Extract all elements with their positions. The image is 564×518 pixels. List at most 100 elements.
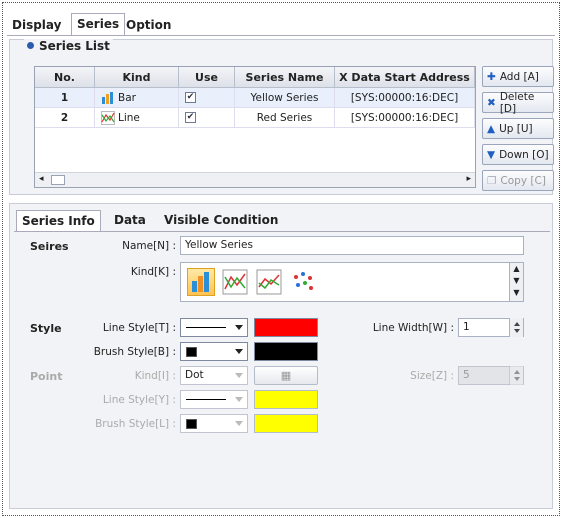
bar-chart-icon bbox=[102, 91, 113, 104]
delete-x-icon: ✖ bbox=[487, 96, 496, 109]
down-button-label: Down [O] bbox=[499, 148, 549, 161]
scroll-left-icon[interactable]: ◂ bbox=[39, 174, 44, 184]
line-chart-icon bbox=[101, 110, 115, 125]
delete-button[interactable]: ✖ Delete [D] bbox=[482, 90, 554, 115]
copy-button-label: Copy [C] bbox=[500, 174, 546, 187]
col-series-name[interactable]: Series Name bbox=[235, 67, 335, 88]
use-checkbox[interactable]: ✔ bbox=[185, 92, 196, 103]
image-icon: ▦ bbox=[280, 369, 292, 382]
line-width-spinner[interactable] bbox=[509, 318, 523, 337]
point-line-color-button[interactable] bbox=[254, 390, 318, 409]
brush-style-dropdown[interactable] bbox=[180, 342, 248, 361]
point-brush-style-label: Brush Style[L] : bbox=[95, 418, 176, 430]
point-size-label: Size[Z] : bbox=[410, 370, 454, 382]
tab-data[interactable]: Data bbox=[114, 213, 146, 227]
add-button[interactable]: ✚ Add [A] bbox=[482, 66, 554, 87]
row-use: ✔ bbox=[179, 88, 235, 108]
row-kind-label: Bar bbox=[118, 91, 136, 104]
point-kind-value: Dot bbox=[185, 369, 204, 381]
series-section-label: Seires bbox=[30, 240, 69, 253]
point-size-input[interactable]: 5 bbox=[458, 366, 524, 385]
line-width-label: Line Width[W] : bbox=[372, 322, 454, 334]
kind-scroll-buttons[interactable]: ▲ ▼ ▼ bbox=[509, 263, 523, 301]
info-tab-divider bbox=[14, 231, 550, 232]
tab-visible-condition[interactable]: Visible Condition bbox=[164, 213, 278, 227]
area-chart-icon bbox=[256, 269, 282, 295]
brush-color-button[interactable] bbox=[254, 342, 318, 361]
bullet-icon bbox=[27, 42, 34, 49]
scroll-right-icon[interactable]: ▸ bbox=[466, 174, 471, 184]
chevron-down-icon bbox=[235, 421, 243, 426]
line-chart-icon bbox=[222, 269, 248, 295]
horizontal-scrollbar[interactable]: ◂ ▸ bbox=[35, 172, 475, 187]
point-size-spinner[interactable] bbox=[509, 366, 523, 385]
kind-line-option[interactable] bbox=[221, 268, 249, 296]
point-line-style-label: Line Style[Y] : bbox=[102, 394, 176, 406]
line-width-input[interactable]: 1 bbox=[458, 318, 524, 337]
row-no: 2 bbox=[35, 108, 95, 128]
row-address: [SYS:00000:16:DEC] bbox=[335, 88, 475, 108]
chevron-down-icon bbox=[235, 397, 243, 402]
line-style-preview bbox=[186, 399, 226, 400]
row-address: [SYS:00000:16:DEC] bbox=[335, 108, 475, 128]
series-list-title-text: Series List bbox=[39, 39, 110, 53]
scatter-chart-icon bbox=[294, 272, 313, 290]
style-section-label: Style bbox=[30, 322, 62, 335]
brush-style-preview bbox=[186, 419, 197, 429]
arrow-down-icon: ▼ bbox=[487, 148, 496, 161]
series-info-panel: Series Info Data Visible Condition Seire… bbox=[9, 203, 553, 509]
line-width-value: 1 bbox=[463, 321, 470, 333]
add-button-label: Add [A] bbox=[499, 70, 539, 83]
line-color-button[interactable] bbox=[254, 318, 318, 337]
col-kind[interactable]: Kind bbox=[95, 67, 179, 88]
row-no: 1 bbox=[35, 88, 95, 108]
copy-button[interactable]: ❐ Copy [C] bbox=[482, 170, 554, 191]
kind-area-option[interactable] bbox=[255, 268, 283, 296]
scroll-thumb[interactable] bbox=[51, 175, 65, 185]
series-list-panel: Series List No. Kind Use Series Name X D… bbox=[9, 39, 554, 195]
col-x-data-start-address[interactable]: X Data Start Address bbox=[335, 67, 475, 88]
kind-label: Kind[K] : bbox=[130, 266, 176, 278]
col-no[interactable]: No. bbox=[35, 67, 95, 88]
series-table[interactable]: No. Kind Use Series Name X Data Start Ad… bbox=[34, 66, 476, 188]
tab-option[interactable]: Option bbox=[121, 15, 176, 35]
col-use[interactable]: Use bbox=[179, 67, 235, 88]
kind-scatter-option[interactable] bbox=[289, 268, 317, 296]
kind-bar-option[interactable] bbox=[187, 268, 215, 296]
delete-button-label: Delete [D] bbox=[499, 90, 535, 115]
row-kind-label: Line bbox=[118, 111, 140, 124]
point-line-style-dropdown[interactable] bbox=[180, 390, 248, 409]
name-label: Name[N] : bbox=[122, 240, 176, 252]
brush-style-preview bbox=[186, 347, 197, 357]
up-button-label: Up [U] bbox=[499, 122, 533, 135]
row-series-name: Red Series bbox=[235, 108, 335, 128]
line-style-preview bbox=[186, 327, 226, 328]
tab-series-info[interactable]: Series Info bbox=[16, 210, 101, 232]
up-button[interactable]: ▲ Up [U] bbox=[482, 118, 554, 139]
row-use: ✔ bbox=[179, 108, 235, 128]
kind-selector[interactable]: ▲ ▼ ▼ bbox=[180, 262, 524, 302]
down-button[interactable]: ▼ Down [O] bbox=[482, 144, 554, 165]
chevron-down-icon bbox=[235, 349, 243, 354]
line-style-label: Line Style[T] : bbox=[102, 322, 176, 334]
series-list-title: Series List bbox=[24, 39, 113, 53]
tab-series[interactable]: Series bbox=[71, 13, 126, 35]
row-kind: Bar bbox=[95, 88, 179, 108]
chevron-down-icon bbox=[235, 373, 243, 378]
point-kind-label: Kind[I] : bbox=[134, 370, 176, 382]
point-kind-dropdown[interactable]: Dot bbox=[180, 366, 248, 385]
use-checkbox[interactable]: ✔ bbox=[185, 112, 196, 123]
row-kind: Line bbox=[95, 108, 179, 128]
line-style-dropdown[interactable] bbox=[180, 318, 248, 337]
point-image-button[interactable]: ▦ bbox=[254, 366, 318, 385]
tab-display[interactable]: Display bbox=[7, 15, 66, 35]
plus-icon: ✚ bbox=[487, 70, 496, 83]
brush-style-label: Brush Style[B] : bbox=[93, 346, 176, 358]
series-dialog: Display Series Option Series List No. Ki… bbox=[2, 2, 560, 516]
point-brush-style-dropdown[interactable] bbox=[180, 414, 248, 433]
bar-chart-icon bbox=[192, 272, 209, 292]
chevron-down-icon bbox=[235, 325, 243, 330]
row-series-name: Yellow Series bbox=[235, 88, 335, 108]
series-name-input[interactable]: Yellow Series bbox=[180, 236, 524, 255]
point-brush-color-button[interactable] bbox=[254, 414, 318, 433]
